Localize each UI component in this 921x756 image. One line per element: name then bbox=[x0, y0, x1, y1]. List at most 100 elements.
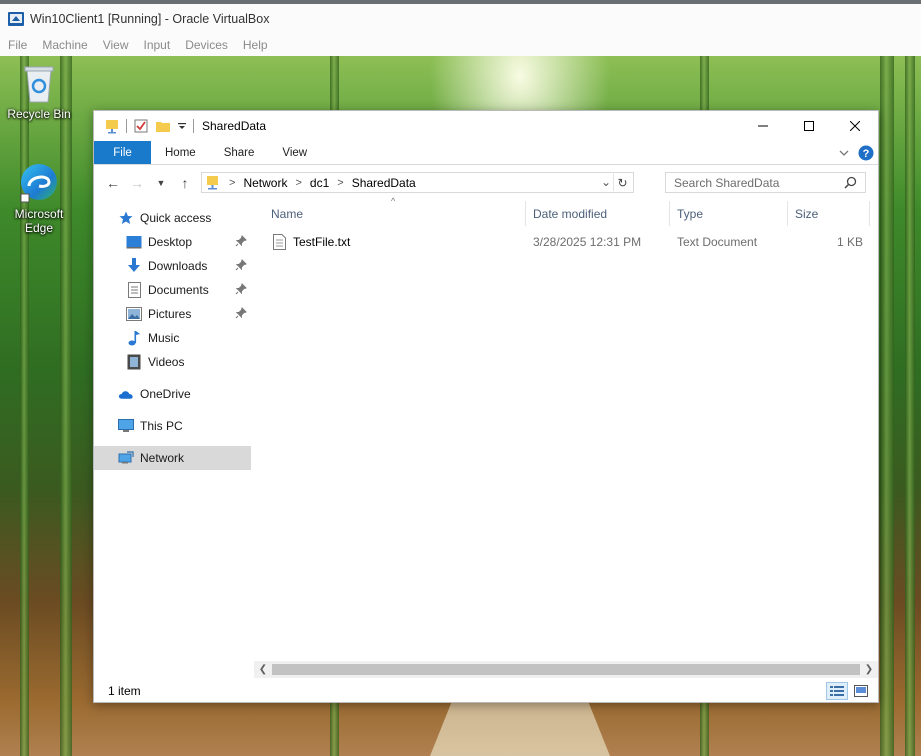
tab-home[interactable]: Home bbox=[151, 141, 210, 164]
status-bar: 1 item bbox=[94, 679, 878, 703]
nav-item-music[interactable]: Music bbox=[94, 326, 251, 350]
large-icons-view-icon bbox=[854, 685, 868, 697]
ribbon-right-controls: ? bbox=[838, 145, 874, 161]
file-date-modified: 3/28/2025 12:31 PM bbox=[533, 235, 642, 249]
customize-toolbar-icon[interactable] bbox=[177, 118, 187, 134]
nav-item-onedrive[interactable]: OneDrive bbox=[94, 382, 251, 406]
nav-item-label: Documents bbox=[148, 283, 209, 297]
maximize-button[interactable] bbox=[786, 111, 832, 141]
view-switcher bbox=[824, 682, 872, 700]
chevron-left-icon: ❮ bbox=[258, 664, 268, 675]
vbox-menu-machine[interactable]: Machine bbox=[42, 38, 87, 52]
horizontal-scrollbar[interactable]: ❮ ❯ bbox=[254, 661, 878, 678]
expand-ribbon-icon[interactable] bbox=[838, 147, 850, 159]
virtualbox-icon bbox=[8, 12, 24, 26]
videos-icon bbox=[126, 354, 142, 370]
tab-view[interactable]: View bbox=[268, 141, 321, 164]
back-button[interactable]: ← bbox=[101, 171, 125, 195]
nav-item-this-pc[interactable]: This PC bbox=[94, 414, 251, 438]
item-count: 1 item bbox=[108, 684, 141, 698]
pin-icon bbox=[235, 235, 247, 247]
explorer-titlebar: SharedData bbox=[94, 111, 878, 141]
svg-text:?: ? bbox=[863, 148, 870, 160]
nav-item-documents[interactable]: Documents bbox=[94, 278, 251, 302]
column-header-size[interactable]: Size bbox=[788, 201, 870, 226]
desktop-icon bbox=[126, 234, 142, 250]
up-arrow-icon: ↑ bbox=[181, 175, 189, 191]
new-folder-icon[interactable] bbox=[155, 118, 171, 134]
scroll-left-button[interactable]: ❮ bbox=[255, 662, 271, 677]
pin-icon bbox=[235, 259, 247, 271]
column-header-type[interactable]: Type bbox=[670, 201, 788, 226]
nav-item-label: Network bbox=[140, 451, 185, 465]
nav-item-label: Pictures bbox=[148, 307, 192, 321]
recent-locations-button[interactable]: ▼ bbox=[149, 171, 173, 195]
wallpaper-bamboo bbox=[905, 56, 915, 756]
scrollbar-thumb[interactable] bbox=[272, 664, 860, 675]
address-bar[interactable]: > Network > dc1 > SharedData ⌄ ↻ bbox=[201, 172, 634, 193]
close-icon bbox=[850, 121, 860, 131]
nav-item-videos[interactable]: Videos bbox=[94, 350, 251, 374]
pictures-icon bbox=[126, 306, 142, 322]
vbox-menu-help[interactable]: Help bbox=[243, 38, 268, 52]
explorer-window-title: SharedData bbox=[202, 119, 267, 133]
nav-item-quick-access[interactable]: Quick access bbox=[94, 206, 251, 230]
details-view-button[interactable] bbox=[826, 682, 848, 700]
breadcrumb-separator[interactable]: > bbox=[337, 177, 343, 189]
music-icon bbox=[126, 330, 142, 346]
nav-item-desktop[interactable]: Desktop bbox=[94, 230, 251, 254]
address-dropdown-icon[interactable]: ⌄ bbox=[601, 175, 611, 189]
refresh-button[interactable]: ↻ bbox=[613, 174, 631, 191]
tab-share[interactable]: Share bbox=[210, 141, 269, 164]
minimize-icon bbox=[758, 125, 768, 127]
chevron-right-icon: ❯ bbox=[864, 664, 874, 675]
breadcrumb-dc1[interactable]: dc1 bbox=[310, 176, 329, 190]
large-icons-view-button[interactable] bbox=[850, 682, 872, 700]
file-name: TestFile.txt bbox=[293, 235, 351, 249]
star-icon bbox=[118, 210, 134, 226]
forward-button[interactable]: → bbox=[125, 171, 149, 195]
network-location-icon bbox=[207, 175, 218, 189]
table-row[interactable]: TestFile.txt 3/28/2025 12:31 PM Text Doc… bbox=[264, 230, 868, 254]
vbox-menu-devices[interactable]: Devices bbox=[185, 38, 228, 52]
tab-file[interactable]: File bbox=[94, 141, 151, 164]
minimize-button[interactable] bbox=[740, 111, 786, 141]
help-icon[interactable]: ? bbox=[858, 145, 874, 161]
nav-item-label: Downloads bbox=[148, 259, 208, 273]
nav-item-label: This PC bbox=[140, 419, 183, 433]
file-list: ^ Name Date modified Type Size TestFile.… bbox=[264, 196, 878, 669]
nav-item-pictures[interactable]: Pictures bbox=[94, 302, 251, 326]
desktop-icon-edge[interactable]: Microsoft Edge bbox=[3, 160, 75, 235]
nav-item-network[interactable]: Network bbox=[94, 446, 251, 470]
column-header-date-modified[interactable]: Date modified bbox=[526, 201, 670, 226]
nav-item-label: Videos bbox=[148, 355, 185, 369]
breadcrumb-separator[interactable]: > bbox=[229, 177, 235, 189]
computer-icon bbox=[118, 418, 134, 434]
vbox-menu-view[interactable]: View bbox=[103, 38, 129, 52]
scroll-right-button[interactable]: ❯ bbox=[861, 662, 877, 677]
vbox-menu-input[interactable]: Input bbox=[144, 38, 171, 52]
breadcrumb-shareddata[interactable]: SharedData bbox=[352, 176, 416, 190]
nav-item-downloads[interactable]: Downloads bbox=[94, 254, 251, 278]
search-icon bbox=[844, 176, 857, 189]
properties-icon[interactable] bbox=[133, 118, 149, 134]
close-button[interactable] bbox=[832, 111, 878, 141]
nav-item-label: Quick access bbox=[140, 211, 212, 225]
vbox-menu-file[interactable]: File bbox=[8, 38, 27, 52]
back-arrow-icon: ← bbox=[106, 175, 120, 191]
onedrive-icon bbox=[118, 386, 134, 402]
desktop-icon-recycle-bin[interactable]: Recycle Bin bbox=[3, 64, 75, 121]
breadcrumb-network[interactable]: Network bbox=[243, 176, 287, 190]
search-input[interactable] bbox=[674, 175, 844, 190]
window-controls bbox=[740, 111, 878, 141]
ribbon-tabs: File Home Share View ? bbox=[94, 141, 878, 165]
vbox-titlebar: Win10Client1 [Running] - Oracle VirtualB… bbox=[0, 0, 921, 34]
column-header-name[interactable]: ^ Name bbox=[264, 196, 526, 226]
breadcrumb-separator[interactable]: > bbox=[295, 177, 301, 189]
maximize-icon bbox=[804, 121, 814, 131]
up-button[interactable]: ↑ bbox=[173, 171, 197, 195]
navigation-pane: Quick access Desktop Downloads Documents… bbox=[94, 201, 252, 669]
search-box[interactable] bbox=[665, 172, 866, 193]
network-icon bbox=[118, 450, 134, 466]
wallpaper-bamboo bbox=[880, 56, 894, 756]
